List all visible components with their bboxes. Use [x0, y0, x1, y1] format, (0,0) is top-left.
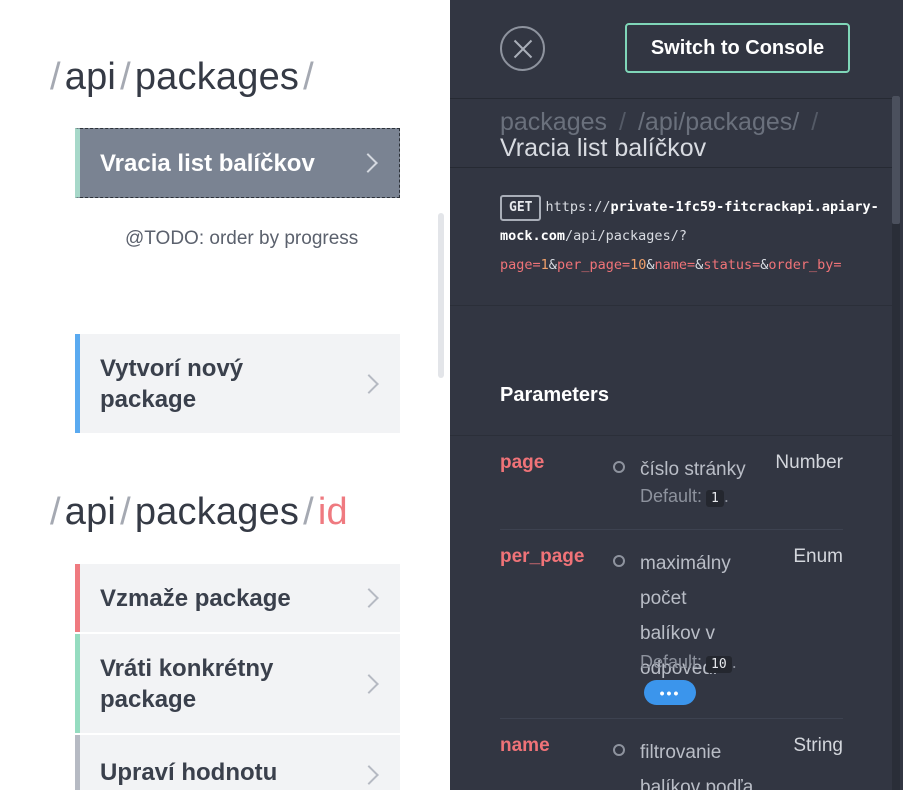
- parameter-name: page: [500, 452, 545, 473]
- action-description: @TODO: order by progress: [125, 228, 359, 249]
- parameter-default: Default: 1.: [640, 486, 729, 507]
- url-scheme: https://: [545, 199, 611, 215]
- path-separator: /: [303, 56, 314, 98]
- parameter-description: filtrovanie balíkov podľa: [640, 742, 754, 790]
- action-label: Vracia list balíčkov: [100, 149, 315, 177]
- request-url: GET https://private-1fc59-fitcrackapi.api…: [500, 193, 890, 280]
- query-key: order_by: [768, 257, 834, 273]
- action-label: Vráti konkrétny package: [100, 654, 274, 713]
- row-divider: [500, 529, 843, 530]
- parameter-type: String: [793, 735, 843, 756]
- query-key: status: [703, 257, 753, 273]
- parameter-row: page číslo stránky Number Default: 1.: [500, 452, 843, 532]
- path-separator: /: [120, 491, 131, 533]
- default-value: 10: [706, 656, 732, 673]
- breadcrumb-separator: /: [811, 108, 819, 136]
- optional-indicator-icon: [613, 461, 625, 473]
- http-method-badge: GET: [500, 195, 542, 221]
- divider: [450, 435, 893, 436]
- path-segment-packages: packages: [134, 56, 300, 98]
- query-key: per_page: [556, 257, 622, 273]
- parameters-heading: Parameters: [500, 384, 609, 406]
- path-segment-api: api: [64, 56, 117, 98]
- chevron-right-icon: [359, 588, 379, 608]
- parameter-description: číslo stránky: [640, 459, 746, 480]
- parameter-name: name: [500, 735, 550, 756]
- close-button[interactable]: [500, 26, 545, 71]
- chevron-right-icon: [358, 153, 378, 173]
- row-divider: [500, 718, 843, 719]
- action-title: Vracia list balíčkov: [500, 134, 707, 162]
- default-value: 1: [706, 490, 724, 507]
- path-separator: /: [120, 56, 131, 98]
- chevron-right-icon: [359, 673, 379, 694]
- parameter-type: Number: [775, 452, 843, 473]
- path-segment-packages: packages: [134, 491, 300, 533]
- parameter-type: Enum: [793, 546, 843, 567]
- resource-group-title: / api / packages / id: [50, 491, 348, 534]
- parameter-default: Default: 10.: [640, 652, 737, 673]
- documentation-pane: / api / packages / Vracia list balíčkov @TOD…: [0, 0, 450, 790]
- url-path: /api/packages/?: [565, 228, 687, 244]
- parameter-name: per_page: [500, 546, 585, 567]
- optional-indicator-icon: [613, 555, 625, 567]
- path-separator: /: [50, 491, 61, 533]
- resource-group-title: / api / packages /: [50, 56, 318, 99]
- query-key: page: [500, 257, 533, 273]
- action-label: Upraví hodnotu: [100, 759, 278, 786]
- path-separator: /: [303, 491, 314, 533]
- query-key: name: [654, 257, 688, 273]
- chevron-right-icon: [359, 765, 379, 785]
- action-detail-panel: Switch to Console packages / /api/packages…: [450, 0, 903, 790]
- action-create-package[interactable]: Vytvorí nový package: [75, 334, 400, 433]
- path-segment-api: api: [64, 491, 117, 533]
- query-value: 10: [630, 257, 647, 273]
- parameter-row: name filtrovanie balíkov podľa String: [500, 735, 843, 790]
- action-label: Vytvorí nový package: [100, 354, 244, 413]
- action-get-package[interactable]: Vráti konkrétny package: [75, 634, 400, 733]
- optional-indicator-icon: [613, 744, 625, 756]
- divider: [450, 167, 893, 168]
- more-values-button[interactable]: •••: [644, 680, 696, 705]
- parameter-row: per_page maximálny počet balíkov v odpov…: [500, 546, 843, 721]
- action-label: Vzmaže package: [100, 584, 291, 612]
- action-list-packages[interactable]: Vracia list balíčkov: [75, 128, 400, 198]
- path-separator: /: [50, 56, 61, 98]
- action-update-value[interactable]: Upraví hodnotu: [75, 735, 400, 790]
- panel-scrollbar-thumb[interactable]: [892, 96, 900, 224]
- breadcrumb-item[interactable]: packages: [500, 108, 607, 136]
- divider: [450, 98, 893, 99]
- query-value: 1: [540, 257, 549, 273]
- divider: [450, 305, 893, 306]
- left-scrollbar[interactable]: [438, 213, 444, 378]
- breadcrumb-item[interactable]: /api/packages/: [638, 108, 799, 136]
- path-param-id: id: [317, 491, 348, 533]
- switch-to-console-button[interactable]: Switch to Console: [625, 23, 850, 73]
- breadcrumb-separator: /: [619, 108, 626, 136]
- breadcrumb: packages / /api/packages/ /: [500, 108, 830, 137]
- chevron-right-icon: [359, 373, 379, 394]
- action-delete-package[interactable]: Vzmaže package: [75, 564, 400, 632]
